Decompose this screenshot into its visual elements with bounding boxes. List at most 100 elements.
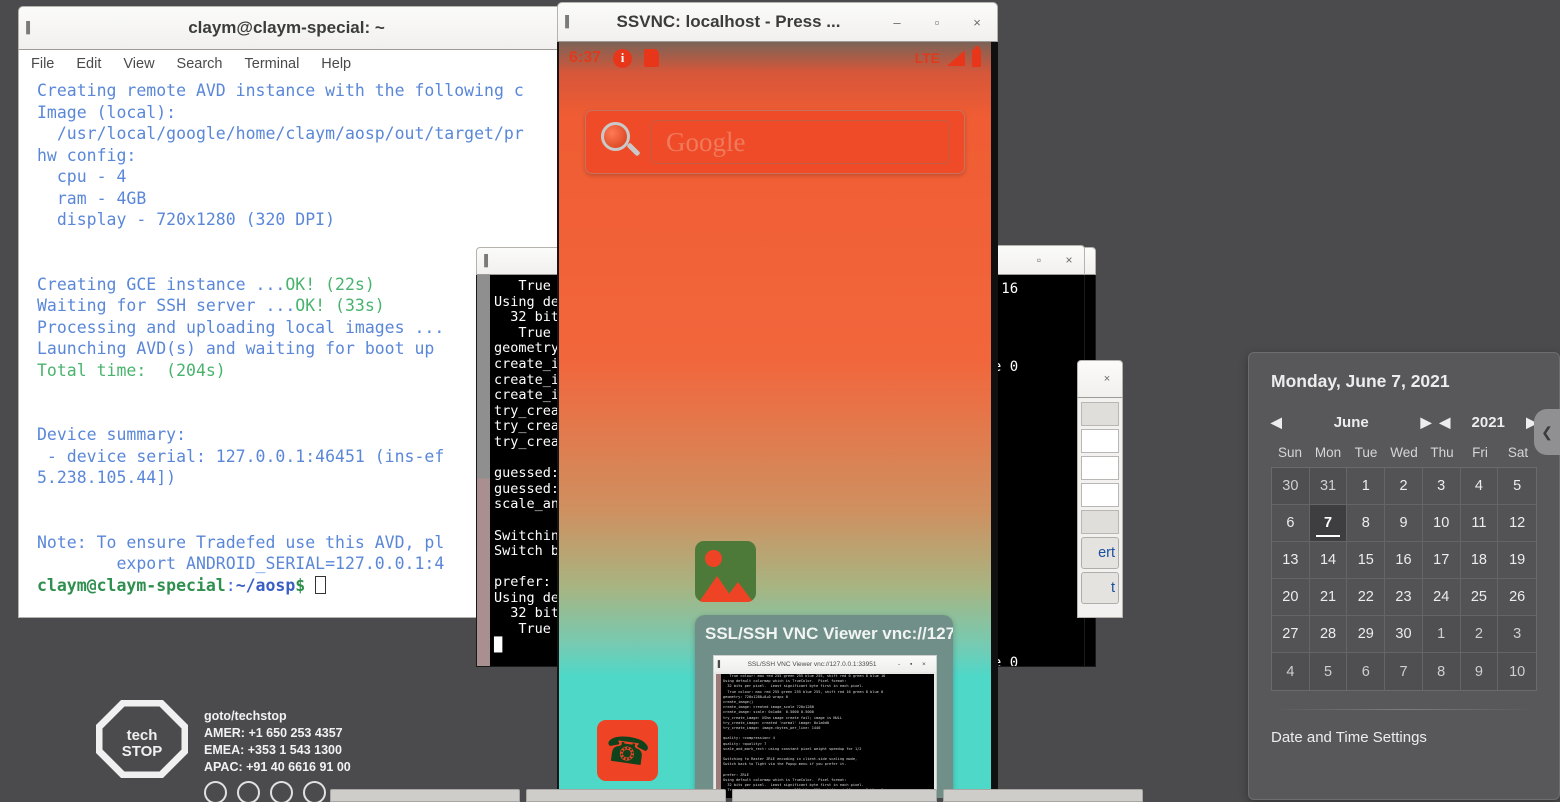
ssvnc-minimize-icon[interactable]: –: [877, 15, 917, 30]
calendar-day[interactable]: 18: [1461, 542, 1499, 579]
current-year-label: 2021: [1450, 414, 1526, 431]
info-icon: i: [613, 49, 632, 68]
date-time-settings-link[interactable]: Date and Time Settings: [1271, 729, 1537, 746]
terminal2-scrollbar[interactable]: [477, 275, 490, 666]
calendar-day[interactable]: 8: [1423, 653, 1461, 690]
prev-year-button[interactable]: ◀: [1439, 414, 1450, 431]
terminal3-close-icon[interactable]: ×: [1054, 253, 1084, 267]
calendar-day[interactable]: 11: [1461, 505, 1499, 542]
insert-button[interactable]: ert: [1081, 537, 1119, 569]
terminal1-title: claym@claym-special: ~: [41, 18, 562, 38]
taskbar-item-1[interactable]: [330, 789, 520, 802]
terminal1-line: ram - 4GB: [37, 188, 562, 210]
ssvnc-window[interactable]: ▌ SSVNC: localhost - Press ... – ▫ × 6:3…: [557, 2, 998, 798]
nested-inner-window[interactable]: ▌ SSL/SSH VNC Viewer vnc://127.0.0.1:339…: [713, 655, 937, 798]
phone-icon[interactable]: ☎: [597, 720, 658, 781]
terminal1-line: /usr/local/google/home/claym/aosp/out/ta…: [37, 123, 562, 145]
dialog-close-icon[interactable]: ×: [1092, 373, 1122, 385]
android-screen[interactable]: 6:37 i LTE Google ☎ SSL/SSH VNC Viewer v…: [557, 42, 998, 798]
calendar-day[interactable]: 8: [1347, 505, 1385, 542]
nested-inner-titlebar[interactable]: ▌ SSL/SSH VNC Viewer vnc://127.0.0.1:339…: [714, 656, 936, 672]
calendar-day[interactable]: 2: [1385, 468, 1423, 505]
calendar-day[interactable]: 30: [1272, 468, 1310, 505]
dialog-titlebar[interactable]: ×: [1077, 360, 1123, 398]
calendar-day[interactable]: 23: [1385, 579, 1423, 616]
terminal1-line: Creating remote AVD instance with the fo…: [37, 80, 562, 102]
calendar-day[interactable]: 12: [1498, 505, 1536, 542]
google-search-widget[interactable]: Google: [585, 110, 965, 174]
calendar-day[interactable]: 5: [1498, 468, 1536, 505]
calendar-day[interactable]: 2: [1461, 616, 1499, 653]
menu-edit[interactable]: Edit: [76, 56, 101, 72]
taskbar[interactable]: [0, 789, 1560, 802]
terminal2-icon: ▌: [477, 255, 499, 267]
calendar-day[interactable]: 30: [1385, 616, 1423, 653]
gallery-icon[interactable]: [695, 541, 756, 602]
terminal-icon: ▌: [19, 22, 41, 34]
calendar-day[interactable]: 7: [1385, 653, 1423, 690]
calendar-day[interactable]: 9: [1385, 505, 1423, 542]
calendar-collapse-tab[interactable]: ❮: [1534, 409, 1560, 455]
calendar-day[interactable]: 15: [1347, 542, 1385, 579]
dialog-input-3[interactable]: [1081, 483, 1119, 507]
dialog-body[interactable]: ert t: [1077, 398, 1123, 618]
calendar-day[interactable]: 6: [1347, 653, 1385, 690]
hidden-dialog-window[interactable]: × ert t: [1077, 360, 1123, 618]
techstop-amer: AMER: +1 650 253 4357: [204, 725, 351, 742]
dialog-input-1[interactable]: [1081, 429, 1119, 453]
calendar-day[interactable]: 13: [1272, 542, 1310, 579]
calendar-day[interactable]: 1: [1347, 468, 1385, 505]
menu-terminal[interactable]: Terminal: [245, 56, 300, 72]
taskbar-item-3[interactable]: [732, 789, 937, 802]
nested-vnc-viewer-window[interactable]: SSL/SSH VNC Viewer vnc://127... ▌ SSL/SS…: [695, 615, 953, 798]
nested-inner-minimize-icon[interactable]: -: [898, 661, 910, 668]
calendar-day[interactable]: 20: [1272, 579, 1310, 616]
calendar-day[interactable]: 5: [1310, 653, 1348, 690]
edit-button[interactable]: t: [1081, 572, 1119, 604]
terminal1-titlebar[interactable]: ▌ claym@claym-special: ~: [18, 6, 563, 50]
calendar-applet[interactable]: Monday, June 7, 2021 ◀ June ▶ ◀ 2021 ▶ S…: [1248, 352, 1560, 800]
next-month-button[interactable]: ▶: [1421, 414, 1432, 431]
nested-inner-close-icon[interactable]: ×: [922, 661, 936, 668]
calendar-day[interactable]: 1: [1423, 616, 1461, 653]
terminal3-maximize-icon[interactable]: ▫: [1024, 253, 1054, 267]
calendar-day[interactable]: 10: [1423, 505, 1461, 542]
taskbar-item-2[interactable]: [526, 789, 726, 802]
calendar-day[interactable]: 19: [1498, 542, 1536, 579]
calendar-day[interactable]: 14: [1310, 542, 1348, 579]
prev-month-button[interactable]: ◀: [1271, 414, 1282, 431]
status-clock: 6:37: [569, 49, 601, 67]
calendar-day[interactable]: 24: [1423, 579, 1461, 616]
search-input[interactable]: Google: [651, 120, 950, 164]
calendar-day[interactable]: 29: [1347, 616, 1385, 653]
calendar-day[interactable]: 22: [1347, 579, 1385, 616]
calendar-day[interactable]: 27: [1272, 616, 1310, 653]
calendar-day[interactable]: 9: [1461, 653, 1499, 690]
nested-inner-maximize-icon[interactable]: ▪: [910, 661, 922, 668]
calendar-day[interactable]: 10: [1498, 653, 1536, 690]
calendar-day[interactable]: 28: [1310, 616, 1348, 653]
calendar-day[interactable]: 26: [1498, 579, 1536, 616]
menu-help[interactable]: Help: [321, 56, 351, 72]
calendar-day[interactable]: 17: [1423, 542, 1461, 579]
calendar-day[interactable]: 3: [1423, 468, 1461, 505]
ssvnc-close-icon[interactable]: ×: [957, 15, 997, 30]
calendar-day[interactable]: 21: [1310, 579, 1348, 616]
menu-view[interactable]: View: [123, 56, 154, 72]
calendar-day[interactable]: 25: [1461, 579, 1499, 616]
calendar-day[interactable]: 4: [1461, 468, 1499, 505]
calendar-day[interactable]: 3: [1498, 616, 1536, 653]
ssvnc-maximize-icon[interactable]: ▫: [917, 15, 957, 30]
terminal1-menubar[interactable]: File Edit View Search Terminal Help: [19, 50, 562, 78]
calendar-grid[interactable]: 3031123456789101112131415161718192021222…: [1271, 467, 1537, 691]
calendar-day-selected[interactable]: 7: [1310, 505, 1348, 542]
ssvnc-titlebar[interactable]: ▌ SSVNC: localhost - Press ... – ▫ ×: [557, 2, 998, 42]
calendar-day[interactable]: 6: [1272, 505, 1310, 542]
menu-file[interactable]: File: [31, 56, 54, 72]
taskbar-item-4[interactable]: [943, 789, 1143, 802]
calendar-day[interactable]: 4: [1272, 653, 1310, 690]
calendar-day[interactable]: 16: [1385, 542, 1423, 579]
menu-search[interactable]: Search: [177, 56, 223, 72]
calendar-day[interactable]: 31: [1310, 468, 1348, 505]
dialog-input-2[interactable]: [1081, 456, 1119, 480]
